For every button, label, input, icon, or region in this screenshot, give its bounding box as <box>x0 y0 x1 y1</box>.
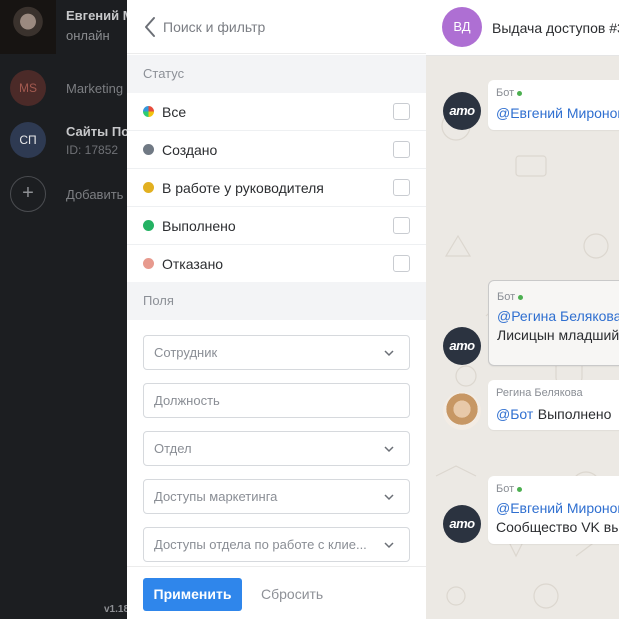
status-option-all[interactable]: Все <box>127 93 426 131</box>
reset-button[interactable]: Сбросить <box>261 586 323 602</box>
employee-select-placeholder: Сотрудник <box>154 345 218 360</box>
client-dept-access-select[interactable]: Доступы отдела по работе с клие... <box>143 527 410 562</box>
chevron-down-icon <box>384 494 394 501</box>
status-checkbox[interactable] <box>393 217 410 234</box>
message-mention[interactable]: @Евгений Миронов <box>496 105 619 121</box>
status-label: Выполнено <box>162 218 236 234</box>
chevron-down-icon <box>384 446 394 453</box>
message-sender: Бот <box>496 483 523 495</box>
chat-message: Бот @Евгений Миронов Сообщество VK вы <box>488 476 619 544</box>
sidebar-item-label: Сайты По <box>66 124 128 139</box>
workspace-sidebar: Евгений Миронов онлайн MS Marketing СП С… <box>0 0 128 619</box>
position-input[interactable]: Должность <box>143 383 410 418</box>
message-mention[interactable]: @Евгений Миронов <box>496 500 619 516</box>
search-input[interactable] <box>163 16 413 38</box>
online-indicator <box>518 294 524 300</box>
bot-avatar: amo <box>443 505 481 543</box>
message-mention[interactable]: @Бот <box>496 406 533 422</box>
status-color-dot <box>143 258 154 269</box>
filter-footer: Применить Сбросить <box>127 566 426 619</box>
add-workspace-label: Добавить <box>66 187 124 202</box>
online-indicator <box>517 90 523 96</box>
sidebar-item-label: Marketing <box>66 81 124 96</box>
message-sender: Бот <box>496 87 523 99</box>
status-color-dot <box>143 106 154 117</box>
bot-avatar: amo <box>443 92 481 130</box>
user-name: Евгений Миронов <box>66 8 128 23</box>
status-color-dot <box>143 182 154 193</box>
message-text: Лисицын младший <box>497 327 619 343</box>
user-avatar <box>0 0 56 54</box>
chat-message: Бот @Регина Белякова Лисицын младший <box>488 280 619 366</box>
message-sender: Регина Белякова <box>496 387 583 399</box>
sender-name: Регина Белякова <box>496 387 583 399</box>
online-indicator <box>517 486 523 492</box>
filter-panel: Статус Все Создано В работе у руководите… <box>127 0 426 619</box>
status-checkbox[interactable] <box>393 179 410 196</box>
sidebar-item-marketing[interactable]: MS Marketing <box>0 68 128 112</box>
marketing-access-select[interactable]: Доступы маркетинга <box>143 479 410 514</box>
workspace-avatar: СП <box>10 122 46 158</box>
status-section-header: Статус <box>127 55 426 93</box>
status-checkbox[interactable] <box>393 255 410 272</box>
fields-section-header: Поля <box>127 282 426 320</box>
app-version: v1.18 <box>104 604 128 615</box>
client-dept-access-placeholder: Доступы отдела по работе с клие... <box>154 537 367 552</box>
marketing-access-placeholder: Доступы маркетинга <box>154 489 278 504</box>
workspace-avatar: MS <box>10 70 46 106</box>
chevron-down-icon <box>384 542 394 549</box>
status-label: Создано <box>162 142 218 158</box>
status-label: В работе у руководителя <box>162 180 324 196</box>
message-text: Сообщество VK вы <box>496 519 619 535</box>
current-user[interactable]: Евгений Миронов онлайн <box>0 0 128 56</box>
chat-title: Выдача доступов #3 <box>492 20 619 36</box>
position-input-placeholder: Должность <box>154 393 220 408</box>
sender-name: Бот <box>497 291 516 303</box>
sender-name: Бот <box>496 87 515 99</box>
sidebar-item-sites[interactable]: СП Сайты По ID: 17852 <box>0 118 128 162</box>
add-workspace[interactable]: + Добавить <box>0 174 128 218</box>
status-checkbox[interactable] <box>393 141 410 158</box>
back-arrow-icon[interactable] <box>141 14 161 40</box>
chat-avatar: ВД <box>442 7 482 47</box>
department-select[interactable]: Отдел <box>143 431 410 466</box>
message-body: @Бот Выполнено <box>496 406 611 424</box>
chevron-down-icon <box>384 350 394 357</box>
status-color-dot <box>143 220 154 231</box>
chat-area: ВД Выдача доступов #3 amo Бот @Евгений М… <box>426 0 619 619</box>
filter-header <box>127 0 426 54</box>
status-option-done[interactable]: Выполнено <box>127 207 426 245</box>
apply-button[interactable]: Применить <box>143 578 242 611</box>
status-checkbox[interactable] <box>393 103 410 120</box>
user-status: онлайн <box>66 28 110 43</box>
status-option-in-progress[interactable]: В работе у руководителя <box>127 169 426 207</box>
bot-avatar: amo <box>443 327 481 365</box>
message-mention[interactable]: @Регина Белякова <box>497 308 619 324</box>
status-option-created[interactable]: Создано <box>127 131 426 169</box>
department-select-placeholder: Отдел <box>154 441 192 456</box>
status-label: Отказано <box>162 256 224 272</box>
employee-select[interactable]: Сотрудник <box>143 335 410 370</box>
chat-message: Бот @Евгений Миронов <box>488 80 619 130</box>
status-label: Все <box>162 104 187 120</box>
sender-name: Бот <box>496 483 515 495</box>
status-color-dot <box>143 144 154 155</box>
plus-icon: + <box>10 176 46 212</box>
chat-message: Регина Белякова @Бот Выполнено <box>488 380 619 430</box>
chat-header[interactable]: ВД Выдача доступов #3 <box>426 0 619 56</box>
user-avatar <box>443 392 481 430</box>
message-sender: Бот <box>497 291 524 303</box>
status-option-rejected[interactable]: Отказано <box>127 245 426 283</box>
sidebar-item-id: ID: 17852 <box>66 143 119 157</box>
message-text: Выполнено <box>537 406 612 422</box>
